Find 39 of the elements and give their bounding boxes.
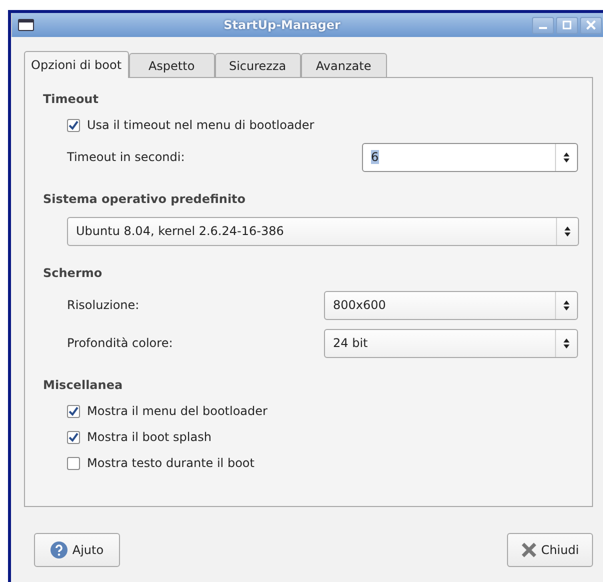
dropdown[interactable]: Ubuntu 8.04, kernel 2.6.24-16-386 — [67, 216, 579, 246]
dropdown[interactable]: 800x600 — [324, 290, 578, 320]
help-button[interactable]: Ajuto — [34, 533, 120, 567]
window-title: StartUp-Manager — [222, 18, 342, 32]
checkbox-label: Mostra il menu del bootloader — [86, 403, 268, 419]
tab[interactable]: Sicurezza — [214, 53, 301, 77]
checkbox[interactable] — [67, 430, 80, 444]
checkbox[interactable] — [67, 118, 80, 132]
field-label: Risoluzione: — [67, 298, 140, 312]
up-down-arrows-icon — [563, 152, 570, 162]
help-icon — [50, 541, 68, 559]
close-button[interactable] — [580, 16, 602, 34]
up-down-arrows-icon — [564, 226, 571, 236]
tab[interactable]: Opzioni di boot — [24, 51, 129, 78]
checkbox[interactable] — [67, 456, 80, 470]
checkbox-label: Mostra testo durante il boot — [86, 455, 256, 471]
section-heading: Timeout — [43, 91, 100, 108]
tab[interactable]: Aspetto — [128, 53, 215, 77]
window-icon — [18, 19, 34, 31]
maximize-icon — [562, 20, 572, 30]
minimize-button[interactable] — [532, 16, 554, 34]
spin-field[interactable]: 6 — [362, 142, 578, 172]
close-icon — [586, 20, 596, 30]
section-heading: Miscellanea — [43, 377, 124, 394]
minimize-icon — [539, 27, 547, 29]
section-heading: Sistema operativo predefinito — [43, 191, 247, 208]
checkbox[interactable] — [67, 404, 80, 418]
up-down-arrows-icon — [563, 300, 570, 310]
close-dialog-button[interactable]: Chiudi — [507, 533, 593, 567]
tab[interactable]: Avanzate — [300, 53, 387, 77]
maximize-button[interactable] — [556, 16, 578, 34]
field-label: Profondità colore: — [67, 336, 174, 350]
checkbox-label: Mostra il boot splash — [86, 429, 212, 445]
up-down-arrows-icon — [563, 338, 570, 348]
close-icon — [521, 542, 538, 558]
field-label: Timeout in secondi: — [67, 150, 186, 164]
section-heading: Schermo — [43, 265, 104, 282]
dropdown[interactable]: 24 bit — [324, 328, 578, 358]
checkbox-label: Usa il timeout nel menu di bootloader — [86, 117, 316, 133]
